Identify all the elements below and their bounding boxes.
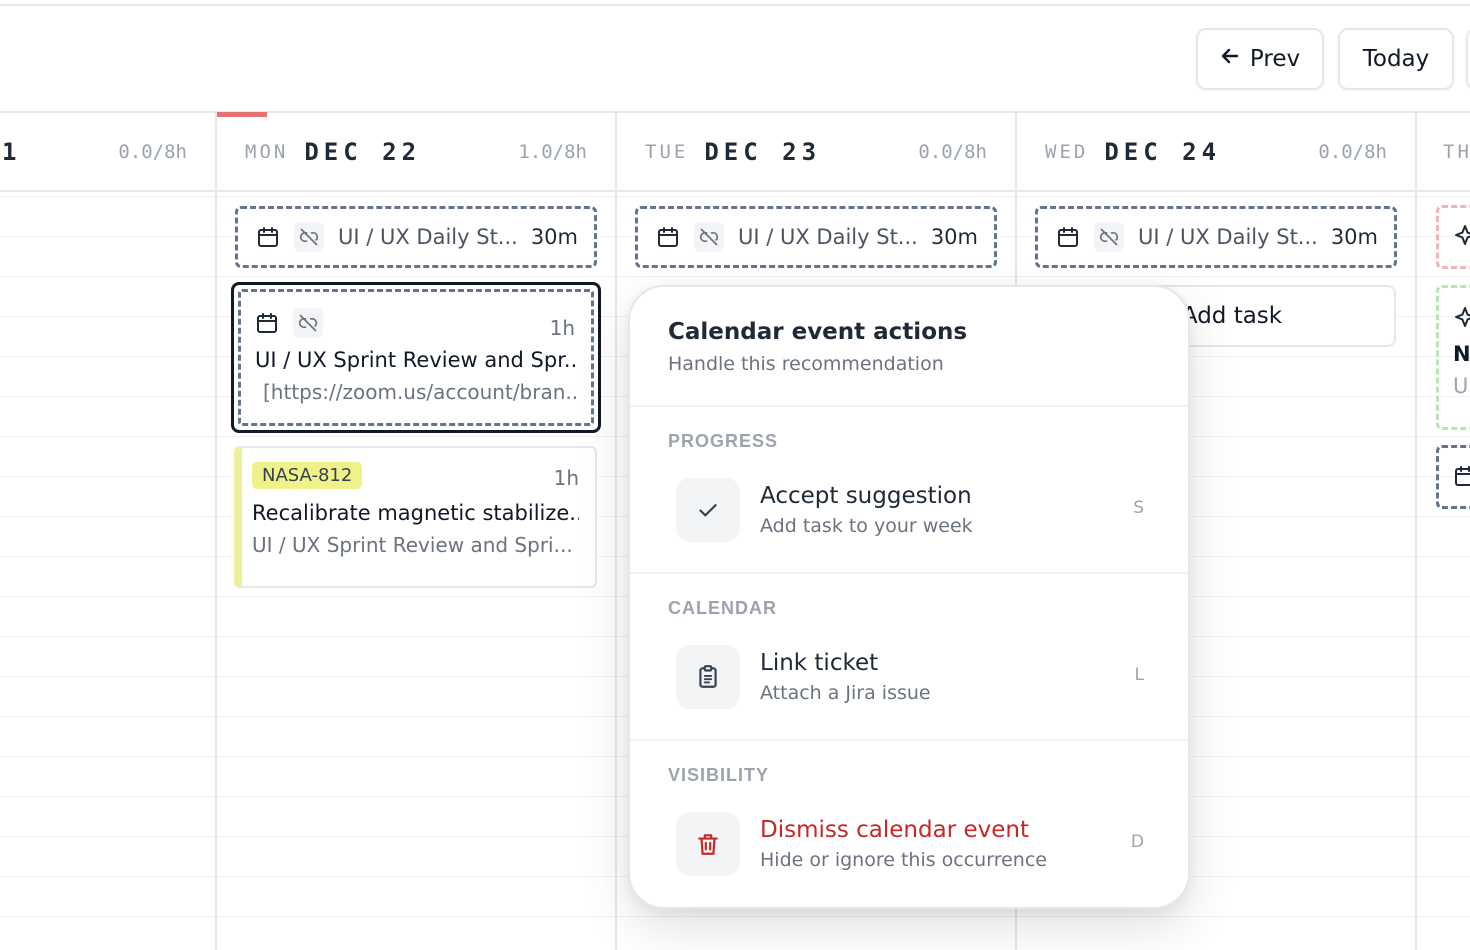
prev-button[interactable]: Prev — [1196, 28, 1324, 90]
today-label: Today — [1362, 46, 1430, 72]
calendar-icon — [1453, 464, 1470, 493]
event-duration: 30m — [530, 225, 578, 249]
event-duration: 30m — [930, 225, 978, 249]
day-hours: 0.0/8h — [918, 141, 987, 163]
calendar-icon — [256, 225, 280, 249]
calendar-event-card[interactable]: UI / UX Daily St... 30m — [1035, 206, 1397, 268]
check-icon — [676, 478, 740, 542]
dismiss-event-action[interactable]: Dismiss calendar event Hide or ignore th… — [668, 812, 1188, 876]
grid-line — [0, 276, 1470, 277]
calendar-icon — [1056, 225, 1080, 249]
task-duration: 1h — [553, 466, 579, 490]
thursday-task-card[interactable]: N U — [1436, 285, 1470, 430]
day-date: DEC 24 — [1104, 137, 1222, 166]
popover-title: Calendar event actions — [668, 319, 968, 345]
thursday-event-card[interactable] — [1436, 445, 1470, 509]
shortcut-hint: L — [1134, 665, 1144, 685]
action-title: Dismiss calendar event — [760, 817, 1029, 843]
day-date: DEC 22 — [304, 137, 422, 166]
next-button[interactable] — [1466, 28, 1470, 90]
grid-line — [0, 196, 1470, 197]
event-title: UI / UX Sprint Review and Spr... — [255, 348, 577, 372]
arrow-left-icon — [1220, 46, 1240, 72]
ticket-badge[interactable]: NASA-812 — [252, 462, 363, 489]
event-icons-row — [255, 308, 577, 338]
event-title: UI / UX Daily St... — [738, 225, 917, 249]
column-divider — [215, 113, 217, 950]
popover-subtitle: Handle this recommendation — [668, 353, 944, 375]
thursday-task-title: N — [1453, 342, 1470, 366]
action-title: Accept suggestion — [760, 483, 972, 509]
top-border — [0, 4, 1470, 6]
event-title: UI / UX Daily St... — [338, 225, 517, 249]
sparkle-icon — [1453, 224, 1470, 253]
calendar-icon — [255, 311, 279, 335]
action-description: Hide or ignore this occurrence — [760, 849, 1047, 871]
shortcut-hint: D — [1130, 832, 1144, 852]
section-label: CALENDAR — [668, 598, 777, 618]
section-label: VISIBILITY — [668, 765, 770, 785]
day-of-week: TUE — [645, 140, 689, 163]
selected-event-inner: 1h UI / UX Sprint Review and Spr... [htt… — [238, 289, 594, 426]
clipboard-icon — [676, 645, 740, 709]
day-header-sun[interactable]: 1 0.0/8h — [0, 113, 215, 190]
event-duration: 1h — [549, 316, 575, 340]
event-description: [https://zoom.us/account/bran.. — [263, 380, 577, 404]
section-label: PROGRESS — [668, 431, 779, 451]
progress-section: PROGRESS Accept suggestion Add task to y… — [630, 407, 1188, 574]
column-divider — [615, 113, 617, 950]
sparkle-icon — [1453, 306, 1470, 335]
calendar-event-card[interactable]: UI / UX Daily St... 30m — [235, 206, 597, 268]
action-title: Link ticket — [760, 650, 879, 676]
unlink-icon[interactable] — [294, 222, 324, 252]
accept-suggestion-action[interactable]: Accept suggestion Add task to your week … — [668, 478, 1188, 542]
day-of-week: TH — [1443, 140, 1470, 163]
action-description: Add task to your week — [760, 515, 973, 537]
day-of-week: MON — [245, 140, 289, 163]
calendar-section: CALENDAR Link ticket Attach a Jira issue… — [630, 574, 1188, 741]
day-header-divider — [0, 190, 1470, 192]
event-duration: 30m — [1330, 225, 1378, 249]
today-button[interactable]: Today — [1338, 28, 1454, 90]
calendar-icon — [656, 225, 680, 249]
day-date: 1 — [2, 137, 22, 166]
event-title: UI / UX Daily St... — [1138, 225, 1317, 249]
thursday-event-card[interactable] — [1436, 205, 1470, 269]
selected-calendar-event-card[interactable]: 1h UI / UX Sprint Review and Spr... [htt… — [231, 282, 601, 433]
day-header-thu[interactable]: TH — [1417, 113, 1470, 190]
calendar-event-card[interactable]: UI / UX Daily St... 30m — [635, 206, 997, 268]
calendar-event-actions-popover: Calendar event actions Handle this recom… — [628, 285, 1190, 909]
unlink-icon[interactable] — [293, 308, 323, 338]
column-divider — [1415, 113, 1417, 950]
day-hours: 0.0/8h — [1318, 141, 1387, 163]
day-header-tue[interactable]: TUE DEC 23 0.0/8h — [617, 113, 1015, 190]
task-subtitle: UI / UX Sprint Review and Spri... — [252, 533, 573, 557]
unlink-icon[interactable] — [694, 222, 724, 252]
day-hours: 0.0/8h — [118, 141, 187, 163]
popover-header: Calendar event actions Handle this recom… — [630, 287, 1188, 407]
visibility-section: VISIBILITY Dismiss calendar event Hide o… — [630, 741, 1188, 907]
trash-icon — [676, 812, 740, 876]
action-description: Attach a Jira issue — [760, 682, 931, 704]
day-of-week: WED — [1045, 140, 1089, 163]
add-task-label: Add task — [1181, 303, 1283, 329]
day-hours: 1.0/8h — [518, 141, 587, 163]
thursday-task-subtitle: U — [1453, 374, 1469, 398]
shortcut-hint: S — [1133, 498, 1144, 518]
prev-label: Prev — [1249, 46, 1301, 72]
task-title: Recalibrate magnetic stabilize... — [252, 501, 579, 525]
unlink-icon[interactable] — [1094, 222, 1124, 252]
day-header-wed[interactable]: WED DEC 24 0.0/8h — [1017, 113, 1415, 190]
day-header-mon[interactable]: MON DEC 22 1.0/8h — [217, 113, 615, 190]
day-date: DEC 23 — [704, 137, 822, 166]
task-card[interactable]: NASA-812 1h Recalibrate magnetic stabili… — [234, 446, 597, 588]
link-ticket-action[interactable]: Link ticket Attach a Jira issue L — [668, 645, 1188, 709]
grid-line — [0, 916, 1470, 917]
